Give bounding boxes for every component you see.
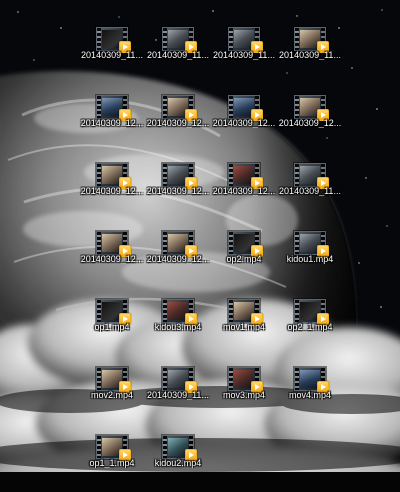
video-file-icon[interactable]: kidou2.mp4 xyxy=(144,431,212,492)
icon-label: 20140309_11... xyxy=(279,186,341,196)
icon-label: 20140309_11... xyxy=(279,50,341,60)
video-file-icon[interactable]: 20140309_11... xyxy=(276,23,344,85)
icon-label: op2_1.mp4 xyxy=(287,322,333,332)
video-file-icon[interactable]: 20140309_11... xyxy=(276,159,344,221)
icon-label: mov4.mp4 xyxy=(288,390,332,400)
video-file-icon[interactable]: op2_1.mp4 xyxy=(276,295,344,357)
icon-label: 20140309_12... xyxy=(278,118,342,128)
video-file-icon[interactable]: 20140309_12... xyxy=(276,91,344,153)
video-file-icon[interactable]: mov4.mp4 xyxy=(276,363,344,425)
video-file-icon[interactable]: kidou1.mp4 xyxy=(276,227,344,289)
icon-label: kidou1.mp4 xyxy=(286,254,334,264)
desktop: 20140309_11... 20140309_11... 20140309_1… xyxy=(0,0,400,492)
desktop-icons-grid: 20140309_11... 20140309_11... 20140309_1… xyxy=(0,0,400,492)
icon-label: kidou2.mp4 xyxy=(154,458,202,468)
